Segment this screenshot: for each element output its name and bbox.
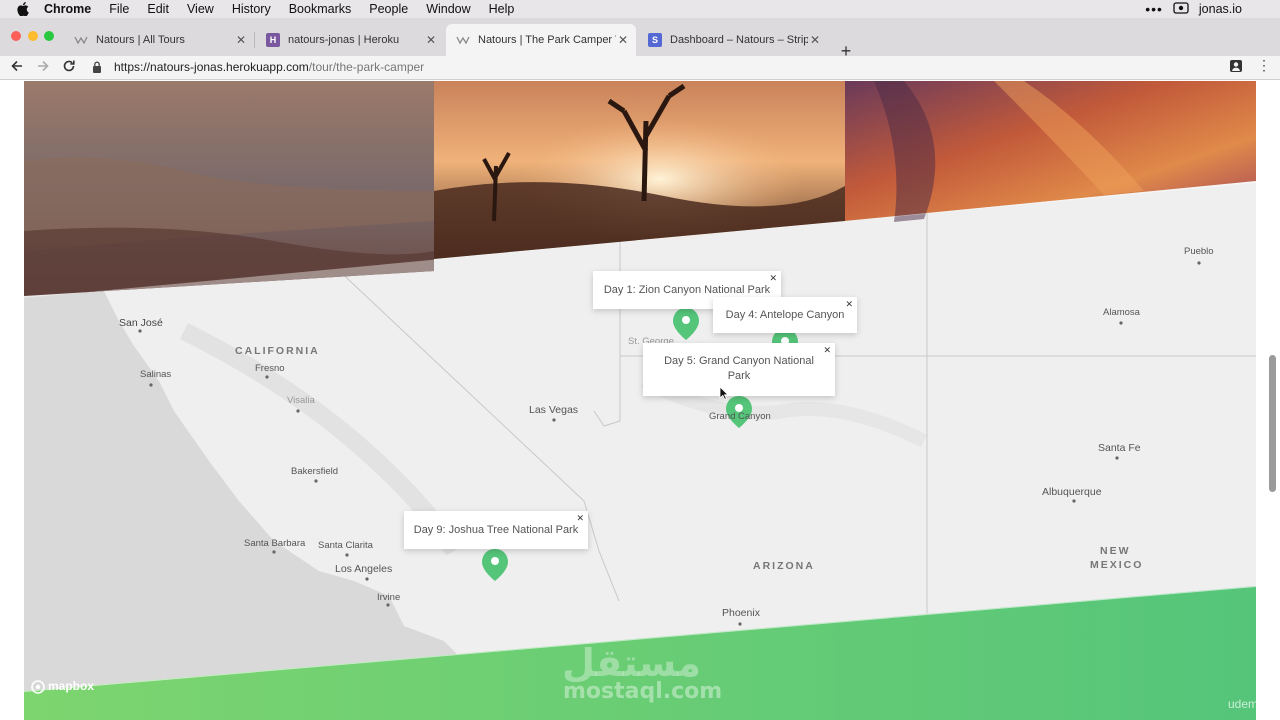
minimize-window-button[interactable] [28,31,38,41]
popup-label: Day 9: Joshua Tree National Park [413,524,579,536]
menu-help[interactable]: Help [489,2,515,16]
macos-menubar: Chrome File Edit View History Bookmarks … [0,0,1280,18]
menu-view[interactable]: View [187,2,214,16]
more-dots-icon[interactable]: ••• [1145,1,1163,17]
menu-app-name[interactable]: Chrome [44,2,91,16]
tab-title: natours-jonas | Heroku [288,34,400,46]
popup-close-icon[interactable]: ✕ [845,297,853,312]
close-tab-icon[interactable]: ✕ [236,33,246,47]
city-label-santa-clarita: Santa Clarita [318,540,373,551]
back-arrow-icon[interactable] [10,59,24,76]
state-label-new: NEW [1100,545,1131,557]
state-label-arizona: ARIZONA [753,560,815,572]
menu-file[interactable]: File [109,2,129,16]
tab-all-tours[interactable]: Natours | All Tours ✕ [64,24,254,56]
heroku-icon: H [266,33,280,47]
close-tab-icon[interactable]: ✕ [426,33,436,47]
mouse-cursor-icon [719,386,729,405]
popup-close-icon[interactable]: ✕ [769,271,777,286]
menu-window[interactable]: Window [426,2,470,16]
zoom-window-button[interactable] [44,31,54,41]
watermark-latin: mostaql.com [563,679,723,704]
tab-stripe-dashboard[interactable]: S Dashboard – Natours – Stripe ✕ [638,24,828,56]
menubar-user-label[interactable]: jonas.io [1199,2,1242,16]
city-label-alamosa: Alamosa [1103,307,1140,318]
forward-arrow-icon[interactable] [36,59,50,76]
reload-icon[interactable] [62,59,76,76]
city-label-irvine: Irvine [377,592,401,603]
close-tab-icon[interactable]: ✕ [810,33,820,47]
natours-logo-icon [74,33,88,47]
popup-label: Day 5: Grand Canyon National Park [664,355,814,382]
tab-title: Natours | The Park Camper Tour [478,34,616,46]
city-label-phoenix: Phoenix [722,607,760,619]
city-label-las-vegas: Las Vegas [529,404,579,416]
close-window-button[interactable] [11,31,21,41]
popup-label: Day 4: Antelope Canyon [725,309,845,321]
browser-tabstrip: Natours | All Tours ✕ H natours-jonas | … [0,18,1280,60]
lock-icon [92,61,102,73]
page-scrollbar[interactable] [1269,355,1276,492]
browser-toolbar: https://natours-jonas.herokuapp.com/tour… [0,56,1280,80]
tour-map[interactable] [24,81,1256,720]
state-label-california: CALIFORNIA [235,345,320,357]
address-bar[interactable]: https://natours-jonas.herokuapp.com/tour… [92,57,424,77]
city-label-santa-barbara: Santa Barbara [244,538,306,549]
natours-logo-icon [456,33,470,47]
city-label-san-jose: San José [119,317,163,329]
tab-title: Dashboard – Natours – Stripe [670,34,808,46]
state-label-mexico: MEXICO [1090,559,1144,571]
menu-history[interactable]: History [232,2,271,16]
screen-record-icon[interactable] [1173,1,1189,17]
menu-bookmarks[interactable]: Bookmarks [289,2,352,16]
popup-close-icon[interactable]: ✕ [823,343,831,358]
url-path: /tour/the-park-camper [308,60,425,74]
apple-icon[interactable] [16,2,30,16]
city-label-salinas: Salinas [140,369,172,380]
map-popup-day-5: ✕ Day 5: Grand Canyon National Park [643,343,835,396]
page-viewport: San José Salinas Fresno Visalia Bakersfi… [0,81,1280,720]
mapbox-attribution[interactable]: mapbox [48,679,94,693]
udemy-watermark: udemy [1228,697,1265,711]
menu-edit[interactable]: Edit [147,2,169,16]
stripe-icon: S [648,33,662,47]
chrome-menu-icon[interactable]: ⋮ [1257,58,1271,72]
city-label-los-angeles: Los Angeles [335,563,393,575]
city-label-pueblo: Pueblo [1184,246,1214,257]
city-label-visalia: Visalia [287,395,315,406]
city-label-fresno: Fresno [255,363,285,374]
city-label-grand-canyon: Grand Canyon [709,411,771,422]
tab-heroku[interactable]: H natours-jonas | Heroku ✕ [256,24,444,56]
profile-icon[interactable] [1229,59,1243,76]
close-tab-icon[interactable]: ✕ [618,33,628,47]
tab-divider [254,32,255,48]
popup-close-icon[interactable]: ✕ [576,511,584,526]
tab-park-camper[interactable]: Natours | The Park Camper Tour ✕ [446,24,636,56]
city-label-santa-fe: Santa Fe [1098,442,1141,454]
popup-label: Day 1: Zion Canyon National Park [603,284,771,296]
menu-people[interactable]: People [369,2,408,16]
map-popup-day-4: ✕ Day 4: Antelope Canyon [713,297,857,333]
url-host: https://natours-jonas.herokuapp.com [114,60,309,74]
tab-title: Natours | All Tours [96,34,185,46]
city-label-bakersfield: Bakersfield [291,466,338,477]
map-popup-day-9: ✕ Day 9: Joshua Tree National Park [404,511,588,549]
city-label-albuquerque: Albuquerque [1042,486,1102,498]
